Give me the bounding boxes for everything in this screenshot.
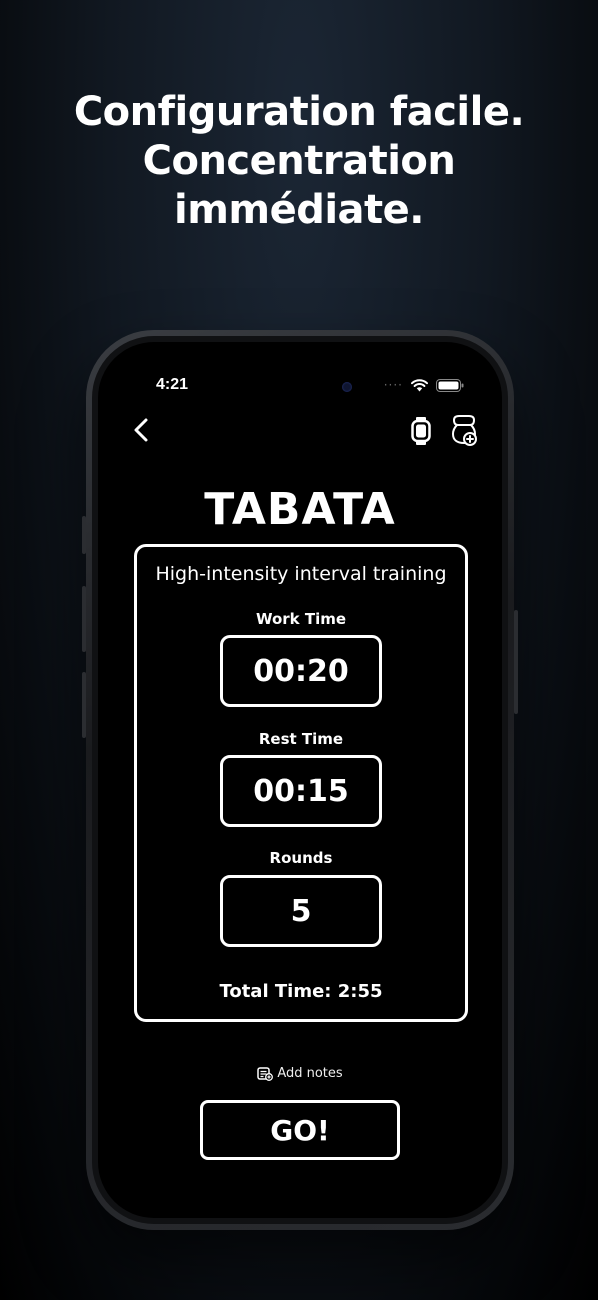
workout-title: TABATA bbox=[204, 484, 396, 535]
volume-down-button bbox=[82, 672, 86, 738]
phone-bezel: 4:21 ···· TABATA High-intensity interval… bbox=[92, 336, 508, 1224]
chevron-left-icon[interactable] bbox=[128, 414, 156, 446]
total-time: Total Time: 2:55 bbox=[219, 981, 383, 1002]
headline-line-3: immédiate. bbox=[174, 187, 424, 233]
app-screen: 4:21 ···· TABATA High-intensity interval… bbox=[98, 342, 502, 1218]
kettlebell-plus-icon[interactable] bbox=[450, 414, 478, 446]
wifi-icon bbox=[411, 378, 428, 391]
headline-line-2: Concentration bbox=[142, 138, 456, 184]
add-notes-label: Add notes bbox=[277, 1066, 343, 1081]
work-time-label: Work Time bbox=[255, 610, 347, 628]
notes-icon bbox=[257, 1066, 274, 1081]
work-time-input[interactable]: 00:20 bbox=[220, 635, 382, 707]
rounds-input[interactable]: 5 bbox=[220, 875, 382, 947]
headline-line-1: Configuration facile. bbox=[73, 89, 525, 135]
volume-up-button bbox=[82, 586, 86, 652]
status-indicators: ···· bbox=[384, 378, 464, 392]
promo-headline: Configuration facile. Concentration immé… bbox=[0, 88, 598, 235]
add-notes-button[interactable]: Add notes bbox=[98, 1066, 502, 1081]
power-button bbox=[514, 610, 518, 714]
signal-dots: ···· bbox=[383, 378, 403, 392]
workout-subtitle: High-intensity interval training bbox=[155, 563, 447, 585]
go-button[interactable]: GO! bbox=[200, 1100, 400, 1160]
status-time: 4:21 bbox=[156, 376, 189, 393]
workout-config-card: High-intensity interval training Work Ti… bbox=[134, 544, 468, 1022]
mute-switch bbox=[82, 516, 86, 554]
watch-icon[interactable] bbox=[410, 416, 432, 446]
front-camera bbox=[342, 382, 352, 392]
rounds-label: Rounds bbox=[269, 849, 333, 867]
rest-time-input[interactable]: 00:15 bbox=[220, 755, 382, 827]
phone-frame: 4:21 ···· TABATA High-intensity interval… bbox=[82, 330, 518, 1230]
battery-icon bbox=[436, 378, 464, 392]
rest-time-label: Rest Time bbox=[258, 730, 344, 748]
